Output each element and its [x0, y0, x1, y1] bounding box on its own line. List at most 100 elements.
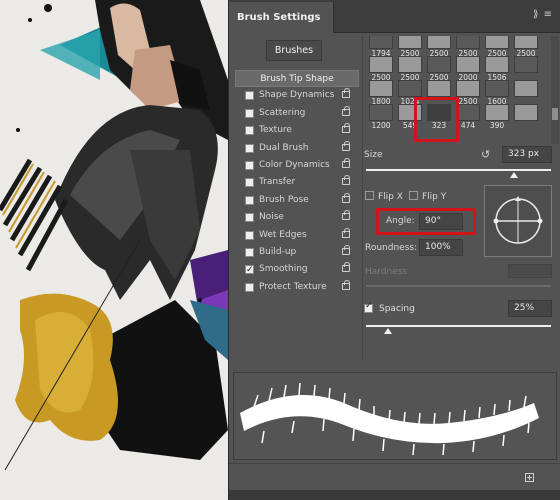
- lock-icon[interactable]: [342, 262, 350, 273]
- panel-menu-icon[interactable]: ⟫ ≡: [533, 9, 553, 20]
- size-label: Size: [364, 150, 383, 160]
- brush-tip-thumbnail[interactable]: [514, 56, 538, 82]
- option-brush-tip-shape[interactable]: Brush Tip Shape: [235, 70, 359, 88]
- size-slider-thumb[interactable]: [510, 172, 518, 178]
- reset-size-icon[interactable]: ↺: [481, 148, 490, 161]
- option-label: Noise: [259, 212, 284, 223]
- protect-texture-checkbox[interactable]: [245, 282, 254, 292]
- lock-icon[interactable]: [342, 175, 350, 186]
- brush-tip-thumbnail[interactable]: 2500: [485, 36, 509, 58]
- flip-x-label: Flip X: [378, 192, 403, 202]
- option-noise[interactable]: Noise: [235, 209, 359, 226]
- transfer-checkbox[interactable]: [245, 178, 254, 188]
- lock-icon[interactable]: [342, 140, 350, 151]
- option-build-up[interactable]: Build-up: [235, 244, 359, 261]
- lock-icon[interactable]: [342, 105, 350, 116]
- option-protect-texture[interactable]: Protect Texture: [235, 279, 359, 296]
- option-dual-brush[interactable]: Dual Brush: [235, 140, 359, 157]
- brush-tip-thumbnail[interactable]: 390: [485, 104, 509, 130]
- brush-tip-preview: [514, 56, 538, 73]
- brush-tip-preview: [427, 56, 451, 73]
- lock-icon[interactable]: [342, 192, 350, 203]
- option-label: Scattering: [259, 107, 306, 118]
- brush-tip-thumbnail[interactable]: 2500: [398, 56, 422, 82]
- brush-tip-preview: [456, 56, 480, 73]
- size-slider[interactable]: [366, 169, 551, 171]
- brush-tip-preview: [514, 80, 538, 97]
- scrollbar-thumb[interactable]: [552, 108, 558, 120]
- create-new-brush-icon[interactable]: [525, 473, 534, 482]
- flip-y-label: Flip Y: [422, 192, 447, 202]
- brush-tip-thumbnail[interactable]: 1794: [369, 36, 393, 58]
- brush-tip-thumbnail[interactable]: 1800: [369, 80, 393, 106]
- brush-tip-thumbnail[interactable]: 1506: [485, 56, 509, 82]
- brush-tip-thumbnail[interactable]: 1600: [485, 80, 509, 106]
- flip-y-checkbox[interactable]: [409, 191, 418, 200]
- scattering-checkbox[interactable]: [245, 108, 254, 118]
- flip-x-checkbox[interactable]: [365, 191, 374, 200]
- build-up-checkbox[interactable]: [245, 247, 254, 257]
- option-texture[interactable]: Texture: [235, 122, 359, 139]
- wet-edges-checkbox[interactable]: [245, 230, 254, 240]
- spacing-input[interactable]: 25%: [508, 300, 552, 317]
- brush-tip-thumbnail[interactable]: [514, 104, 538, 130]
- brush-tip-thumbnail[interactable]: 2500: [369, 56, 393, 82]
- spacing-slider-thumb[interactable]: [384, 328, 393, 334]
- brush-tip-thumbnail[interactable]: 2000: [456, 56, 480, 82]
- brush-tip-thumbnail[interactable]: [514, 80, 538, 106]
- brush-tip-thumbnail[interactable]: 474: [456, 104, 480, 130]
- panel-footer-divider: [229, 463, 560, 464]
- dual-brush-checkbox[interactable]: [245, 143, 254, 153]
- roundness-input[interactable]: 100%: [419, 239, 463, 256]
- option-shape-dynamics[interactable]: Shape Dynamics: [235, 87, 359, 104]
- flip-x-option[interactable]: Flip X: [365, 191, 403, 202]
- brush-tip-thumbnail[interactable]: 2500: [427, 56, 451, 82]
- option-label: Protect Texture: [259, 281, 327, 292]
- spacing-checkbox[interactable]: [364, 301, 373, 313]
- option-color-dynamics[interactable]: Color Dynamics: [235, 157, 359, 174]
- highlight-selected-brush: [414, 97, 459, 142]
- option-label: Transfer: [259, 177, 296, 188]
- lock-icon[interactable]: [342, 210, 350, 221]
- brush-tip-size: 474: [460, 121, 476, 130]
- brush-settings-tab[interactable]: Brush Settings: [229, 2, 334, 33]
- panel-bottom-edge: [229, 490, 560, 500]
- option-brush-pose[interactable]: Brush Pose: [235, 192, 359, 209]
- lock-icon[interactable]: [342, 227, 350, 238]
- brush-tip-thumbnail[interactable]: 2500: [514, 36, 538, 58]
- texture-checkbox[interactable]: [245, 126, 254, 136]
- option-label: Build-up: [259, 246, 297, 257]
- option-wet-edges[interactable]: Wet Edges: [235, 227, 359, 244]
- lock-icon[interactable]: [342, 279, 350, 290]
- brush-tip-preview: [427, 80, 451, 97]
- lock-icon[interactable]: [342, 157, 350, 168]
- color-dynamics-checkbox[interactable]: [245, 160, 254, 170]
- brush-tip-thumbnail[interactable]: 2500: [398, 36, 422, 58]
- angle-roundness-widget[interactable]: [484, 185, 552, 257]
- brush-tip-size: 1200: [371, 121, 391, 130]
- noise-checkbox[interactable]: [245, 213, 254, 223]
- stroke-preview-image: [240, 382, 539, 456]
- option-transfer[interactable]: Transfer: [235, 174, 359, 191]
- brush-tip-thumbnail[interactable]: 2500: [456, 36, 480, 58]
- flip-y-option[interactable]: Flip Y: [409, 191, 446, 202]
- brush-tip-thumbnail[interactable]: 2500: [456, 80, 480, 106]
- smoothing-checkbox[interactable]: [245, 262, 254, 280]
- shape-dynamics-checkbox[interactable]: [245, 91, 254, 101]
- option-smoothing[interactable]: Smoothing: [235, 261, 359, 280]
- option-scattering[interactable]: Scattering: [235, 105, 359, 122]
- angle-crosshair-icon[interactable]: [485, 186, 551, 256]
- lock-icon[interactable]: [342, 123, 350, 134]
- spacing-slider[interactable]: [366, 325, 551, 327]
- size-input[interactable]: 323 px: [502, 146, 552, 163]
- brush-tip-thumbnail[interactable]: 1200: [369, 104, 393, 130]
- brush-tip-preview: [456, 36, 480, 49]
- option-label: Smoothing: [259, 264, 308, 275]
- lock-icon[interactable]: [342, 88, 350, 99]
- lock-icon[interactable]: [342, 244, 350, 255]
- brush-pose-checkbox[interactable]: [245, 195, 254, 205]
- brushes-button[interactable]: Brushes: [266, 40, 322, 61]
- brush-grid-scrollbar[interactable]: [551, 36, 559, 144]
- brush-settings-panel: Brush Settings ⟫ ≡ Brushes Brush Tip Sha…: [228, 0, 560, 500]
- brush-tip-thumbnail[interactable]: 2500: [427, 36, 451, 58]
